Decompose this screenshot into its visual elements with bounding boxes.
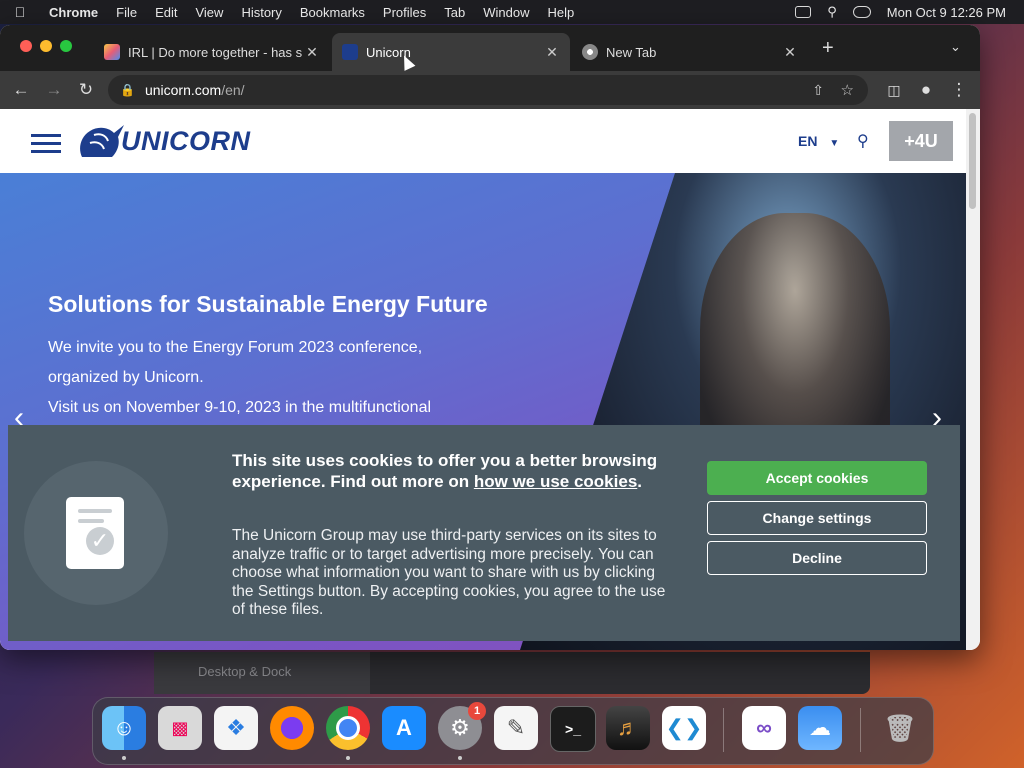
close-tab-icon[interactable]: ✕ xyxy=(544,44,560,61)
unicorn-logo-icon[interactable] xyxy=(74,123,126,161)
launchpad-icon[interactable]: ▩ xyxy=(158,706,202,750)
tab-irl[interactable]: IRL | Do more together - has s ✕ xyxy=(94,33,330,71)
tab-title: Unicorn xyxy=(366,44,411,60)
hero-text-line: We invite you to the Energy Forum 2023 c… xyxy=(48,339,423,356)
hero-title: Solutions for Sustainable Energy Future xyxy=(48,291,488,317)
menu-tab[interactable]: Tab xyxy=(435,5,474,20)
forward-icon[interactable]: → xyxy=(43,79,65,101)
tab-strip: IRL | Do more together - has s ✕ Unicorn… xyxy=(0,25,980,71)
system-settings-icon[interactable]: ⚙ 1 xyxy=(438,702,486,750)
plus-4u-button[interactable]: +4U xyxy=(889,121,953,161)
close-tab-icon[interactable]: ✕ xyxy=(304,44,320,61)
menu-bookmarks[interactable]: Bookmarks xyxy=(291,5,374,20)
background-window-item[interactable]: Desktop & Dock xyxy=(198,664,291,679)
menu-file[interactable]: File xyxy=(107,5,146,20)
side-panel-icon[interactable]: ◫ xyxy=(883,79,905,101)
back-icon[interactable]: ← xyxy=(10,79,32,101)
language-label: EN xyxy=(798,133,818,149)
menu-bar:  Chrome File Edit View History Bookmark… xyxy=(0,0,1024,24)
control-center-icon[interactable] xyxy=(852,6,871,18)
running-indicator xyxy=(346,756,350,760)
logo-text[interactable]: UNICORN xyxy=(121,126,251,157)
zoom-window-button[interactable] xyxy=(60,40,72,52)
reload-icon[interactable]: ↻ xyxy=(75,79,97,101)
running-indicator xyxy=(458,756,462,760)
chrome-menu-icon[interactable]: ⋮ xyxy=(948,79,970,101)
cookie-title-period: . xyxy=(637,472,643,491)
screen-mirroring-icon[interactable] xyxy=(795,6,812,18)
tab-title: New Tab xyxy=(606,44,657,60)
change-settings-button[interactable]: Change settings xyxy=(707,501,927,535)
irl-favicon-icon xyxy=(104,44,120,60)
garageband-icon[interactable]: ♬ xyxy=(606,706,650,750)
dock-separator xyxy=(860,708,861,752)
dock-separator xyxy=(723,708,724,752)
decline-button[interactable]: Decline xyxy=(707,541,927,575)
hero-text-line: organized by Unicorn. xyxy=(48,369,204,386)
chrome-favicon-icon xyxy=(582,44,598,60)
accept-cookies-button[interactable]: Accept cookies xyxy=(707,461,927,495)
menu-history[interactable]: History xyxy=(232,5,290,20)
url-host: unicorn.com xyxy=(144,82,222,98)
textedit-icon[interactable]: ✎ xyxy=(494,706,538,750)
chrome-icon[interactable] xyxy=(326,706,370,750)
vscode-icon[interactable]: ❮❯ xyxy=(662,706,706,750)
running-indicator xyxy=(122,756,126,760)
address-bar[interactable]: 🔒 unicorn.com/en/ ⇧ ☆ xyxy=(108,75,868,105)
chevron-down-icon: ▼ xyxy=(829,138,840,149)
url-path: /en/ xyxy=(221,82,245,98)
language-selector[interactable]: EN ▼ xyxy=(798,133,839,149)
document-check-icon: ✓ xyxy=(66,497,124,569)
profile-icon[interactable]: ● xyxy=(915,79,937,101)
cookie-title: This site uses cookies to offer you a be… xyxy=(232,450,672,492)
browser-toolbar: ← → ↻ 🔒 unicorn.com/en/ ⇧ ☆ ◫ ● ⋮ xyxy=(0,71,980,109)
close-tab-icon[interactable]: ✕ xyxy=(782,44,798,61)
hamburger-menu-icon[interactable] xyxy=(31,129,61,158)
lock-icon: 🔒 xyxy=(120,83,135,97)
finder-icon[interactable]: ☺ xyxy=(102,706,146,750)
apple-icon[interactable]:  xyxy=(0,4,40,20)
notification-badge: 1 xyxy=(468,702,486,720)
terminal-icon[interactable]: >_ xyxy=(550,706,596,752)
browser-window: IRL | Do more together - has s ✕ Unicorn… xyxy=(0,25,980,650)
menu-clock[interactable]: Mon Oct 9 12:26 PM xyxy=(887,5,1006,20)
bookmark-star-icon[interactable]: ☆ xyxy=(841,81,854,99)
search-icon[interactable]: ⚲ xyxy=(857,131,869,151)
minimize-window-button[interactable] xyxy=(40,40,52,52)
tab-title: IRL | Do more together - has s xyxy=(128,44,303,60)
app-store-icon[interactable]: A xyxy=(382,706,426,750)
menu-edit[interactable]: Edit xyxy=(146,5,186,20)
cookie-body: The Unicorn Group may use third-party se… xyxy=(232,527,666,618)
menu-app-name[interactable]: Chrome xyxy=(40,5,107,20)
cookie-banner: ✓ This site uses cookies to offer you a … xyxy=(8,425,960,641)
spotlight-icon[interactable]: ⚲ xyxy=(827,4,837,20)
menu-window[interactable]: Window xyxy=(474,5,538,20)
web-page: UNICORN EN ▼ ⚲ +4U Solutions for Sustain… xyxy=(0,109,966,650)
visual-studio-icon[interactable]: ∞ xyxy=(742,706,786,750)
trash-icon[interactable]: 🗑 xyxy=(878,706,922,750)
share-icon[interactable]: ⇧ xyxy=(812,82,824,99)
menu-profiles[interactable]: Profiles xyxy=(374,5,435,20)
page-scrollbar-thumb[interactable] xyxy=(969,113,976,209)
how-we-use-cookies-link[interactable]: how we use cookies xyxy=(474,472,637,491)
unicorn-favicon-icon xyxy=(342,44,358,60)
firefox-icon[interactable] xyxy=(270,706,314,750)
menu-help[interactable]: Help xyxy=(539,5,584,20)
site-header: UNICORN EN ▼ ⚲ +4U xyxy=(0,109,966,173)
close-window-button[interactable] xyxy=(20,40,32,52)
tab-search-chevron-icon[interactable]: ⌄ xyxy=(950,39,961,55)
weather-icon[interactable]: ☁ xyxy=(798,706,842,750)
dock: ☺ ▩ ❖ A ⚙ 1 ✎ >_ ♬ ❮❯ ∞ ☁ 🗑 xyxy=(92,697,934,765)
safari-icon[interactable]: ❖ xyxy=(214,706,258,750)
new-tab-icon[interactable]: + xyxy=(822,37,834,60)
tab-unicorn[interactable]: Unicorn ✕ xyxy=(332,33,570,71)
menu-view[interactable]: View xyxy=(186,5,232,20)
hero-text-line: Visit us on November 9-10, 2023 in the m… xyxy=(48,399,432,416)
tab-new-tab[interactable]: New Tab ✕ xyxy=(572,33,808,71)
